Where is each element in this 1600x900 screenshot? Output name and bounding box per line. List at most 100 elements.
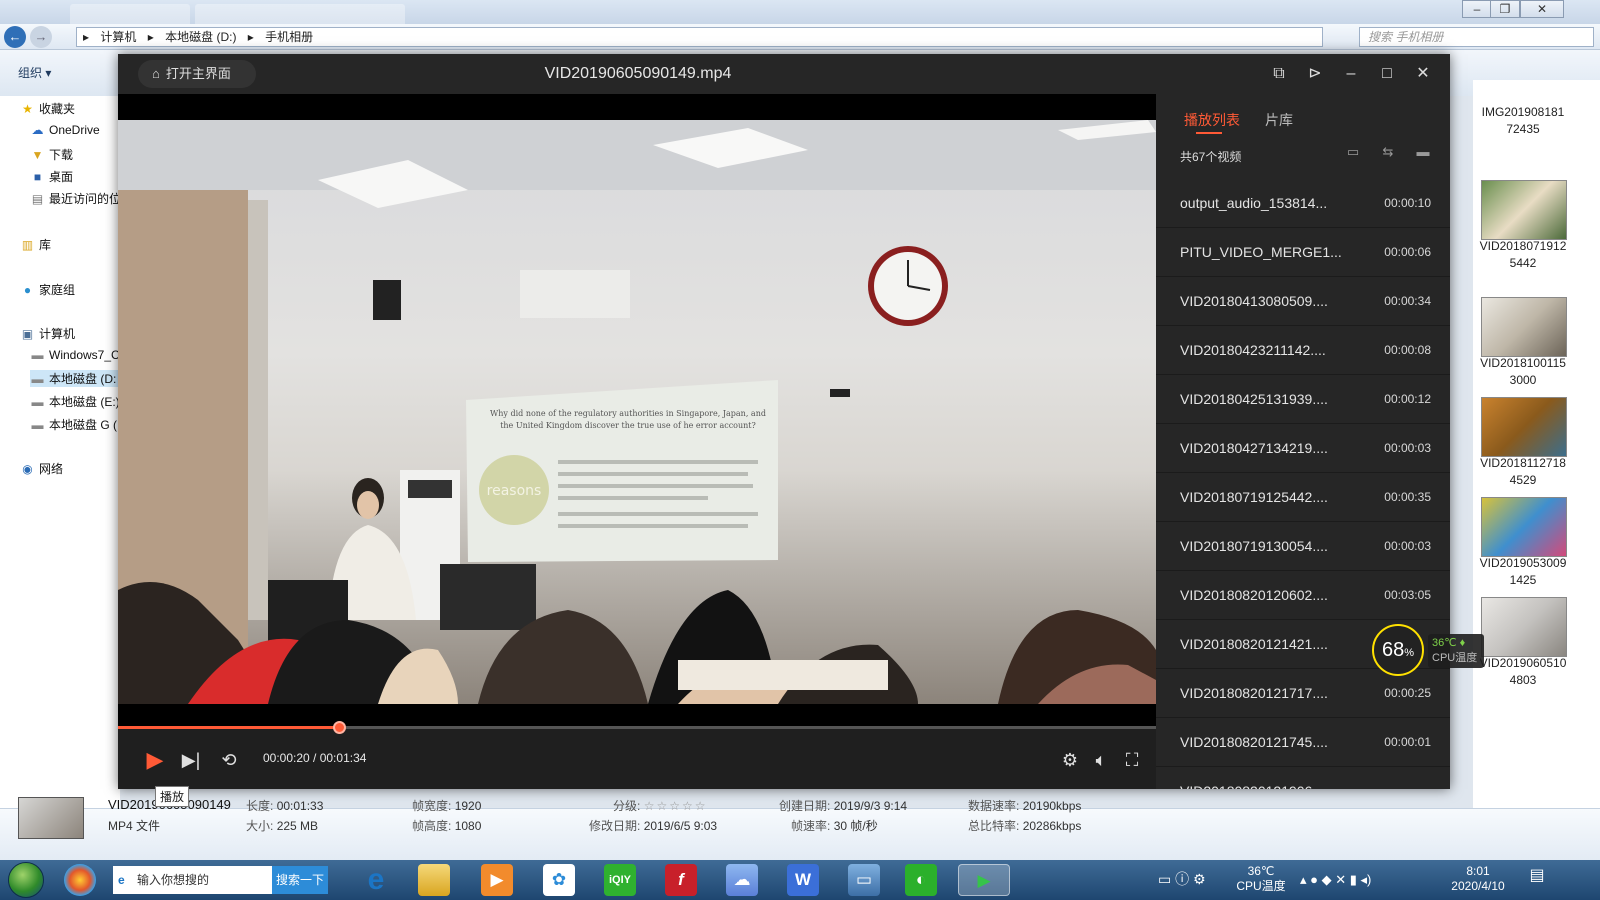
- photo-viewer-icon[interactable]: ▭: [848, 864, 880, 896]
- playlist-row[interactable]: VID20180820121717.... 00:00:25: [1156, 669, 1450, 718]
- forward-arrow-icon[interactable]: →: [30, 26, 52, 48]
- file-item[interactable]: VID2019060510 4803: [1473, 655, 1573, 689]
- iqiyi-icon[interactable]: iQIY: [604, 864, 636, 896]
- tab-library[interactable]: 片库: [1265, 110, 1293, 130]
- back-arrow-icon[interactable]: ←: [4, 26, 26, 48]
- sidebar-item-favorites[interactable]: ★ 收藏夹: [20, 100, 75, 117]
- video-player-icon[interactable]: ▶: [481, 864, 513, 896]
- breadcrumb-drive-d[interactable]: 本地磁盘 (D:): [165, 30, 236, 44]
- playlist-item-duration: 00:00:01: [1384, 735, 1431, 749]
- progress-fill: [118, 726, 339, 729]
- loop-mode-icon[interactable]: ⟲: [216, 747, 242, 773]
- playlist-row[interactable]: VID20180427134219.... 00:00:03: [1156, 424, 1450, 473]
- taskbar-search-input[interactable]: e 输入你想搜的: [113, 866, 273, 894]
- breadcrumb-phone-album[interactable]: 手机相册: [265, 30, 313, 44]
- delete-trash-icon[interactable]: ▬: [1414, 144, 1432, 162]
- playlist-row[interactable]: VID20180413080509.... 00:00:34: [1156, 277, 1450, 326]
- tab-playlist[interactable]: 播放列表: [1184, 110, 1240, 130]
- sidebar-item-downloads[interactable]: ▼ 下载: [30, 146, 73, 163]
- restore-button[interactable]: ❐: [1490, 0, 1520, 18]
- browser-tab[interactable]: [195, 4, 405, 24]
- tray-icons[interactable]: ▭ ⓘ ⚙: [1158, 872, 1206, 887]
- sidebar-item-desktop[interactable]: ■ 桌面: [30, 168, 73, 185]
- flash-icon[interactable]: f: [665, 864, 697, 896]
- add-folder-icon[interactable]: ▭: [1344, 144, 1362, 162]
- sidebar-item-onedrive[interactable]: ☁ OneDrive: [30, 123, 100, 137]
- explorer-search-input[interactable]: 搜索 手机相册: [1359, 27, 1594, 47]
- modified-label: 修改日期:: [589, 819, 641, 833]
- sidebar-item-drive-e[interactable]: ▬ 本地磁盘 (E:): [30, 393, 120, 410]
- video-thumbnail[interactable]: [1481, 397, 1567, 457]
- playlist-row[interactable]: VID20180820120602.... 00:03:05: [1156, 571, 1450, 620]
- next-track-icon[interactable]: ▶|: [178, 747, 204, 773]
- wps-writer-icon[interactable]: W: [787, 864, 819, 896]
- sidebar-item-library[interactable]: ▥ 库: [20, 236, 51, 253]
- video-area[interactable]: reasons Why did none of the regulatory a…: [118, 94, 1156, 729]
- sidebar-item-recent[interactable]: ▤ 最近访问的位: [30, 190, 121, 207]
- volume-icon[interactable]: 🔈︎: [1088, 747, 1114, 773]
- browser-tab[interactable]: [70, 4, 190, 24]
- active-player-task-icon[interactable]: ▶: [958, 864, 1010, 896]
- ie-browser-icon[interactable]: e: [360, 864, 392, 896]
- play-icon[interactable]: ▶: [142, 747, 168, 773]
- mini-mode-icon[interactable]: ⧉: [1267, 62, 1291, 86]
- rating-stars[interactable]: ☆☆☆☆☆: [644, 799, 708, 813]
- file-item[interactable]: VID2018100115 3000: [1473, 355, 1573, 389]
- cloud-app-icon[interactable]: ☁: [726, 864, 758, 896]
- length-value: 00:01:33: [276, 799, 324, 813]
- wechat-icon[interactable]: ◐: [905, 864, 937, 896]
- close-window-button[interactable]: ✕: [1520, 0, 1564, 18]
- playlist-row[interactable]: output_audio_153814... 00:00:10: [1156, 179, 1450, 228]
- organize-button[interactable]: 组织 ▾: [18, 64, 51, 81]
- maximize-icon[interactable]: □: [1375, 62, 1399, 86]
- settings-gear-icon[interactable]: ⚙: [1057, 747, 1083, 773]
- sidebar-item-computer[interactable]: ▣ 计算机: [20, 325, 75, 342]
- folder-icon: ▸: [83, 30, 90, 44]
- video-thumbnail[interactable]: [1481, 497, 1567, 557]
- fullscreen-icon[interactable]: ⛶: [1119, 747, 1145, 773]
- taskbar-search-button[interactable]: 搜索一下: [272, 866, 328, 894]
- sidebar-item-windows7[interactable]: ▬ Windows7_C: [30, 348, 120, 362]
- file-item[interactable]: VID2019053009 1425: [1473, 555, 1573, 589]
- playlist-row[interactable]: VID20180425131939.... 00:00:12: [1156, 375, 1450, 424]
- sort-list-icon[interactable]: ⇆: [1379, 144, 1397, 162]
- baidu-netdisk-icon[interactable]: ✿: [543, 864, 575, 896]
- close-icon[interactable]: ✕: [1411, 62, 1435, 86]
- windows-start-icon[interactable]: [8, 862, 44, 898]
- playlist-item-name: VID20180423211142....: [1180, 342, 1326, 358]
- file-item[interactable]: VID2018071912 5442: [1473, 238, 1573, 272]
- playlist-row[interactable]: VID20180423211142.... 00:00:08: [1156, 326, 1450, 375]
- sidebar-item-network[interactable]: ◉ 网络: [20, 460, 63, 477]
- slide-title-text: Why did none of the regulatory authoriti…: [490, 409, 766, 418]
- tray-status-icons[interactable]: ▴ ● ◆ ✕ ▮ ◂): [1300, 872, 1371, 887]
- cpu-monitor-widget[interactable]: 68% 36℃ ♦ CPU温度: [1372, 624, 1484, 676]
- sidebar-item-drive-d[interactable]: ▬ 本地磁盘 (D:: [30, 370, 118, 387]
- playlist-row[interactable]: VID20180719130054.... 00:00:03: [1156, 522, 1450, 571]
- video-thumbnail[interactable]: [1481, 597, 1567, 657]
- video-thumbnail[interactable]: [1481, 180, 1567, 240]
- playlist-row[interactable]: VID20180719125442.... 00:00:35: [1156, 473, 1450, 522]
- file-item[interactable]: IMG201908181 72435: [1473, 104, 1573, 138]
- address-field[interactable]: ▸ 计算机 ▸ 本地磁盘 (D:) ▸ 手机相册: [76, 27, 1323, 47]
- notification-icon[interactable]: ▤: [1527, 868, 1547, 892]
- cpu-usage-ring: 68%: [1372, 624, 1424, 676]
- breadcrumb-computer[interactable]: 计算机: [100, 30, 136, 44]
- explorer-titlebar: – ❐ ✕: [0, 0, 1600, 24]
- progress-bar[interactable]: [118, 721, 1156, 734]
- file-item[interactable]: VID2018112718 4529: [1473, 455, 1573, 489]
- pin-top-icon[interactable]: ⊳: [1303, 62, 1327, 86]
- sidebar-item-homegroup[interactable]: ● 家庭组: [20, 281, 75, 298]
- open-home-button[interactable]: ⌂ 打开主界面: [138, 60, 256, 88]
- playlist-row[interactable]: VID20180820121906....: [1156, 767, 1450, 789]
- video-thumbnail[interactable]: [1481, 297, 1567, 357]
- playlist-row[interactable]: PITU_VIDEO_MERGE1... 00:00:06: [1156, 228, 1450, 277]
- minimize-icon[interactable]: –: [1339, 62, 1363, 86]
- tray-cpu-temp[interactable]: 36℃ CPU温度: [1236, 864, 1286, 894]
- progress-knob[interactable]: [332, 721, 346, 734]
- minimize-button[interactable]: –: [1462, 0, 1492, 18]
- playlist-row[interactable]: VID20180820121745.... 00:00:01: [1156, 718, 1450, 767]
- browser-app-icon[interactable]: [64, 864, 96, 896]
- tray-clock[interactable]: 8:01 2020/4/10: [1446, 864, 1510, 894]
- sidebar-item-drive-g[interactable]: ▬ 本地磁盘 G (: [30, 416, 118, 433]
- file-explorer-icon[interactable]: [418, 864, 450, 896]
